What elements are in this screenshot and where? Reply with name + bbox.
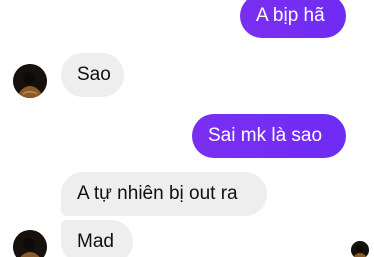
message-bubble-outgoing[interactable]: A bịp hã [240, 0, 346, 38]
profile-silhouette-icon [13, 64, 47, 98]
chat-thread: A bịp hã Sao Sai mk là sao A tự nhiên bị… [0, 0, 374, 257]
message-text: Sao [77, 64, 111, 85]
seen-indicator-avatar [351, 241, 369, 257]
message-bubble-incoming[interactable]: A tự nhiên bị out ra [61, 172, 267, 216]
contact-avatar[interactable] [13, 64, 47, 98]
profile-silhouette-icon [13, 230, 47, 257]
profile-silhouette-icon [351, 241, 369, 257]
message-bubble-outgoing[interactable]: Sai mk là sao [192, 114, 346, 158]
message-bubble-incoming[interactable]: Mad [61, 220, 133, 257]
message-bubble-incoming[interactable]: Sao [61, 53, 124, 97]
message-text: Sai mk là sao [208, 125, 323, 146]
message-text: A bịp hã [256, 5, 325, 26]
message-text: Mad [77, 231, 114, 252]
contact-avatar[interactable] [13, 230, 47, 257]
message-text: A tự nhiên bị out ra [77, 183, 238, 204]
